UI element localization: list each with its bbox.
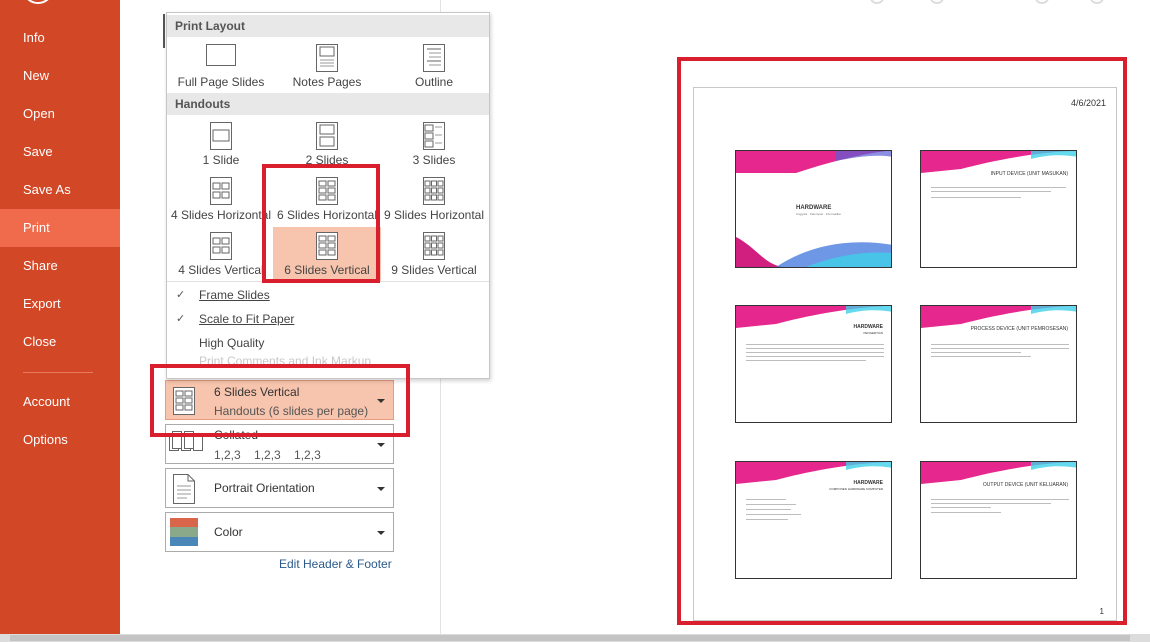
option-label: Notes Pages bbox=[292, 75, 362, 89]
print-preview-page: 4/6/2021 HARDWARE Anggota · Kelompok · I… bbox=[693, 87, 1117, 621]
slide-title: PROCESS DEVICE (UNIT PEMROSESAN) bbox=[970, 326, 1068, 332]
option-label: 3 Slides bbox=[412, 153, 456, 167]
option-9-slides-vertical[interactable]: 9 Slides Vertical bbox=[380, 227, 488, 281]
handout-4h-icon bbox=[210, 177, 232, 205]
chevron-down-icon bbox=[377, 443, 385, 447]
preview-page-number: 1 bbox=[1099, 607, 1104, 616]
option-2-slides[interactable]: 2 Slides bbox=[273, 117, 381, 171]
scrollbar-track[interactable] bbox=[10, 635, 1130, 641]
frame-slides-label: Frame Slides bbox=[199, 288, 270, 302]
color-setting-dropdown[interactable]: Color bbox=[165, 512, 394, 552]
nav-save-as[interactable]: Save As bbox=[0, 171, 120, 209]
nav-open[interactable]: Open bbox=[0, 95, 120, 133]
handout-1-icon bbox=[210, 122, 232, 150]
panel-edge bbox=[163, 14, 165, 48]
nav-divider bbox=[23, 372, 93, 373]
slide-title: OUTPUT DEVICE (UNIT KELUARAN) bbox=[982, 482, 1068, 488]
handout-3-icon bbox=[423, 122, 445, 150]
slide-title: INPUT DEVICE (UNIT MASUKAN) bbox=[990, 171, 1068, 177]
nav-account[interactable]: Account bbox=[0, 383, 120, 421]
option-3-slides[interactable]: 3 Slides bbox=[380, 117, 488, 171]
backstage-sidebar: Info New Open Save Save As Print Share E… bbox=[0, 0, 120, 642]
frame-slides-option[interactable]: ✓ Frame Slides bbox=[167, 283, 489, 307]
high-quality-option[interactable]: High Quality bbox=[167, 331, 489, 355]
slide-subtitle: KOMPONEN HARDWARE KOMPUTER bbox=[829, 487, 883, 491]
option-label: 9 Slides Horizontal bbox=[383, 208, 485, 222]
slide-thumbnail-1: HARDWARE Anggota · Kelompok · Informatik… bbox=[735, 150, 892, 268]
slide-thumbnail-2: INPUT DEVICE (UNIT MASUKAN) bbox=[920, 150, 1077, 268]
collation-setting-subtitle: 1,2,3 1,2,3 1,2,3 bbox=[214, 448, 321, 462]
nav-info[interactable]: Info bbox=[0, 19, 120, 57]
option-full-page-slides[interactable]: Full Page Slides bbox=[167, 39, 275, 93]
nav-close[interactable]: Close bbox=[0, 323, 120, 361]
scale-to-fit-option[interactable]: ✓ Scale to Fit Paper bbox=[167, 307, 489, 331]
slide-title: HARDWARE bbox=[796, 205, 832, 211]
option-label: 9 Slides Vertical bbox=[391, 263, 477, 277]
slide-thumbnail-5: HARDWARE KOMPONEN HARDWARE KOMPUTER bbox=[735, 461, 892, 579]
nav-new[interactable]: New bbox=[0, 57, 120, 95]
slide-title: HARDWARE bbox=[853, 324, 883, 330]
orientation-setting-dropdown[interactable]: Portrait Orientation bbox=[165, 468, 394, 508]
option-1-slide[interactable]: 1 Slide bbox=[167, 117, 275, 171]
checkmark-icon: ✓ bbox=[176, 289, 186, 301]
option-9-slides-horizontal[interactable]: 9 Slides Horizontal bbox=[380, 172, 488, 226]
option-4-slides-horizontal[interactable]: 4 Slides Horizontal bbox=[167, 172, 275, 226]
checkmark-icon: ✓ bbox=[176, 313, 186, 325]
handouts-header: Handouts bbox=[167, 93, 489, 115]
slide-subtitle: PENGERTIAN bbox=[863, 331, 883, 335]
nav-export[interactable]: Export bbox=[0, 285, 120, 323]
wave-banner-graphic bbox=[736, 151, 891, 173]
edit-header-footer-link[interactable]: Edit Header & Footer bbox=[279, 557, 392, 571]
highlight-box-layout-setting bbox=[150, 364, 410, 437]
wave-footer-graphic bbox=[736, 237, 891, 267]
handout-2-icon bbox=[316, 122, 338, 150]
option-label: Outline bbox=[414, 75, 454, 89]
orientation-setting-title: Portrait Orientation bbox=[214, 481, 315, 495]
handout-9h-icon bbox=[423, 177, 445, 205]
color-setting-title: Color bbox=[214, 525, 243, 539]
nav-print[interactable]: Print bbox=[0, 209, 120, 247]
nav-save[interactable]: Save bbox=[0, 133, 120, 171]
outline-page-icon bbox=[423, 44, 445, 72]
handout-9v-icon bbox=[423, 232, 445, 260]
wave-banner-graphic bbox=[921, 462, 1076, 484]
chevron-down-icon bbox=[377, 531, 385, 535]
portrait-page-icon bbox=[173, 474, 195, 504]
high-quality-label: High Quality bbox=[199, 336, 265, 350]
slide-title: HARDWARE bbox=[853, 480, 883, 486]
notes-page-icon bbox=[316, 44, 338, 72]
option-outline[interactable]: Outline bbox=[380, 39, 488, 93]
back-arrow-icon[interactable] bbox=[24, 0, 52, 4]
scale-to-fit-label: Scale to Fit Paper bbox=[199, 312, 295, 326]
slide-subtitle: Anggota · Kelompok · Informatika bbox=[796, 212, 841, 216]
handout-4v-icon bbox=[210, 232, 232, 260]
nav-options[interactable]: Options bbox=[0, 421, 120, 459]
color-swatch-icon bbox=[170, 518, 198, 546]
nav-share[interactable]: Share bbox=[0, 247, 120, 285]
option-notes-pages[interactable]: Notes Pages bbox=[273, 39, 381, 93]
preview-date: 4/6/2021 bbox=[1070, 98, 1106, 108]
option-label: Full Page Slides bbox=[177, 75, 265, 89]
highlight-box-handout-option bbox=[262, 164, 380, 283]
full-page-slide-icon bbox=[206, 44, 236, 66]
horizontal-scrollbar[interactable] bbox=[0, 634, 1150, 642]
slide-thumbnail-6: OUTPUT DEVICE (UNIT KELUARAN) bbox=[920, 461, 1077, 579]
slide-thumbnail-3: HARDWARE PENGERTIAN bbox=[735, 305, 892, 423]
print-layout-header: Print Layout bbox=[167, 15, 489, 37]
wave-banner-graphic bbox=[921, 306, 1076, 328]
option-4-slides-vertical[interactable]: 4 Slides Vertical bbox=[167, 227, 275, 281]
chevron-down-icon bbox=[377, 487, 385, 491]
slide-thumbnail-4: PROCESS DEVICE (UNIT PEMROSESAN) bbox=[920, 305, 1077, 423]
wave-banner-graphic bbox=[921, 151, 1076, 173]
